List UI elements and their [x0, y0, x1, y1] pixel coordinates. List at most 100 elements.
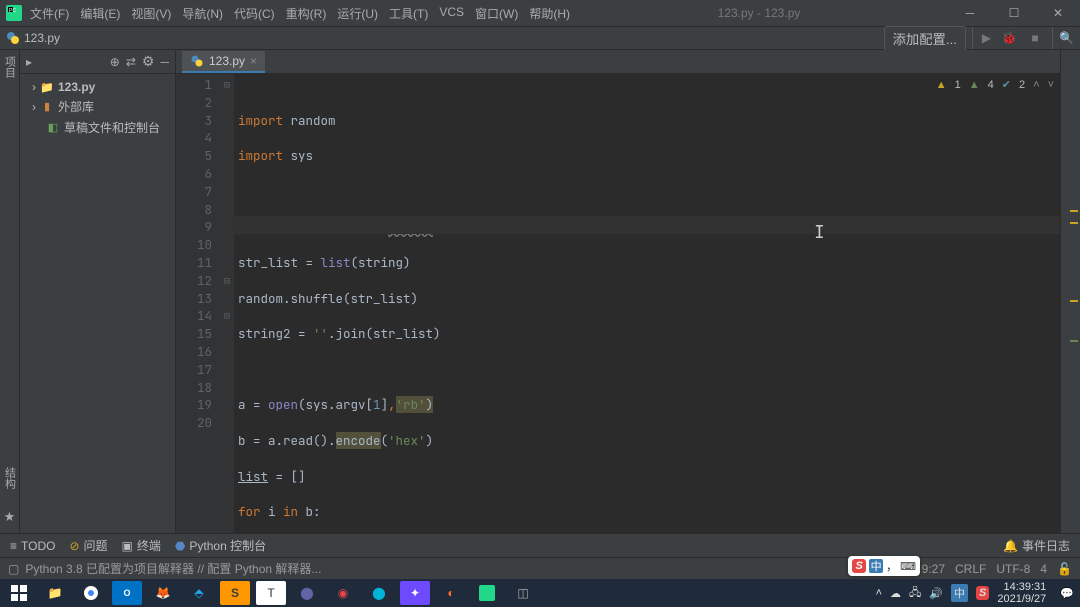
line-gutter[interactable]: 1234 5678 9101112 13141516 17181920	[176, 74, 220, 533]
add-configuration-button[interactable]: 添加配置...	[884, 26, 966, 51]
external-libraries-label: 外部库	[58, 98, 94, 115]
tray-sogou-icon[interactable]: S	[976, 586, 989, 600]
left-rail: 项目 结构 ★	[0, 50, 20, 533]
vscode-icon[interactable]: ⬘	[184, 581, 214, 605]
firefox-icon[interactable]: 🦊	[148, 581, 178, 605]
favorites-tab[interactable]: ★	[4, 509, 16, 525]
search-everywhere-button[interactable]: 🔍	[1052, 27, 1074, 49]
titlebar: PC 文件(F) 编辑(E) 视图(V) 导航(N) 代码(C) 重构(R) 运…	[0, 0, 1080, 26]
editor-tabs: 123.py ×	[176, 50, 1060, 74]
select-opened-file-icon[interactable]: ⊕	[110, 55, 120, 69]
indent-info[interactable]: 4	[1040, 562, 1047, 576]
structure-tab[interactable]: 结构	[2, 467, 18, 489]
readonly-lock-icon[interactable]: 🔓	[1057, 562, 1072, 576]
menu-tools[interactable]: 工具(T)	[389, 5, 428, 22]
navbar: 123.py 添加配置... ▶ 🐞 ■ 🔍	[0, 26, 1080, 50]
project-panel: ▸ ⊕ ⇄ ⚙ ─ › 📁 123.py › ▮ 外部库 ◧ 草	[20, 50, 176, 533]
menu-window[interactable]: 窗口(W)	[475, 5, 518, 22]
terminal-icon: ▣	[122, 539, 133, 553]
app-icon-1[interactable]: ◉	[328, 581, 358, 605]
python-console-tab[interactable]: ⬣Python 控制台	[175, 537, 266, 554]
close-tab-icon[interactable]: ×	[250, 54, 257, 68]
file-explorer-icon[interactable]: 📁	[40, 581, 70, 605]
debug-button[interactable]: 🐞	[998, 27, 1020, 49]
system-clock[interactable]: 14:39:31 2021/9/27	[997, 581, 1046, 605]
caret-position[interactable]: 9:27	[922, 562, 945, 576]
code-area[interactable]: import random import sys string = '01234…	[234, 74, 1060, 533]
ime-punct-icon: ，	[886, 558, 897, 574]
outlook-icon[interactable]: O	[112, 581, 142, 605]
tray-network-icon[interactable]: 🖧	[909, 584, 921, 603]
python-file-icon	[6, 31, 20, 45]
python-icon: ⬣	[175, 539, 185, 553]
app-icon-4[interactable]: ◐	[436, 581, 466, 605]
breadcrumb[interactable]: 123.py	[24, 31, 60, 45]
status-rect-icon[interactable]: ▢	[8, 562, 19, 576]
todo-icon: ≡	[10, 539, 17, 553]
menu-edit[interactable]: 编辑(E)	[80, 5, 120, 22]
project-tree: › 📁 123.py › ▮ 外部库 ◧ 草稿文件和控制台	[20, 74, 175, 142]
todo-tab[interactable]: ≡TODO	[10, 539, 55, 553]
error-stripe[interactable]	[1060, 50, 1080, 533]
menu-help[interactable]: 帮助(H)	[529, 5, 570, 22]
menu-file[interactable]: 文件(F)	[30, 5, 69, 22]
problems-icon: ⊘	[69, 539, 79, 553]
project-settings-icon[interactable]: ⚙	[142, 53, 155, 70]
menu-refactor[interactable]: 重构(R)	[286, 5, 327, 22]
tray-chevron-icon[interactable]: ˄	[876, 587, 882, 599]
menu-run[interactable]: 运行(U)	[337, 5, 378, 22]
notepad-icon[interactable]: T	[256, 581, 286, 605]
tab-label: 123.py	[209, 54, 245, 68]
teams-icon[interactable]: ⬤	[292, 581, 322, 605]
pycharm-taskbar-icon[interactable]	[472, 581, 502, 605]
fold-gutter[interactable]: ⊟ ⊟⊟	[220, 74, 234, 533]
scratch-icon: ◧	[46, 121, 60, 135]
tray-volume-icon[interactable]: 🔊	[929, 587, 943, 600]
menu-vcs[interactable]: VCS	[439, 5, 464, 22]
project-tab[interactable]: 项目	[2, 56, 18, 78]
event-log-tab[interactable]: 🔔事件日志	[1003, 537, 1070, 554]
tray-ime-icon[interactable]: 中	[951, 584, 968, 602]
close-window-button[interactable]: ✕	[1036, 0, 1080, 26]
app-icon-5[interactable]: ◫	[508, 581, 538, 605]
library-icon: ▮	[40, 100, 54, 114]
project-label-icon: ▸	[26, 55, 32, 69]
app-icon: PC	[2, 1, 26, 25]
status-message[interactable]: Python 3.8 已配置为项目解释器 // 配置 Python 解释器...	[25, 560, 321, 577]
python-file-icon	[190, 54, 204, 68]
chrome-icon[interactable]	[76, 581, 106, 605]
sublime-icon[interactable]: S	[220, 581, 250, 605]
problems-tab[interactable]: ⊘问题	[69, 537, 107, 554]
run-button[interactable]: ▶	[972, 27, 994, 49]
hide-panel-icon[interactable]: ─	[160, 55, 169, 69]
expand-all-icon[interactable]: ⇄	[126, 55, 136, 69]
maximize-button[interactable]: ☐	[992, 0, 1036, 26]
scratches-node[interactable]: ◧ 草稿文件和控制台	[20, 117, 175, 138]
action-center-icon[interactable]: 💬	[1060, 587, 1074, 600]
ime-badge[interactable]: S 中 ， ⌨	[848, 556, 920, 576]
file-encoding[interactable]: UTF-8	[996, 562, 1030, 576]
scratches-label: 草稿文件和控制台	[64, 119, 160, 136]
external-libraries-node[interactable]: › ▮ 外部库	[20, 96, 175, 117]
windows-taskbar: 📁 O 🦊 ⬘ S T ⬤ ◉ ⬤ ✦ ◐ ◫ ˄ ☁ 🖧 🔊 中 S 14:3…	[0, 579, 1080, 607]
app-icon-3[interactable]: ✦	[400, 581, 430, 605]
bottom-tool-bar: ≡TODO ⊘问题 ▣终端 ⬣Python 控制台 🔔事件日志	[0, 533, 1080, 557]
file-tab[interactable]: 123.py ×	[182, 51, 265, 73]
menu-view[interactable]: 视图(V)	[131, 5, 171, 22]
terminal-tab[interactable]: ▣终端	[122, 537, 161, 554]
start-button[interactable]	[4, 581, 34, 605]
chevron-right-icon: ›	[32, 80, 36, 94]
ime-extra-icon: ⌨	[900, 560, 916, 573]
stop-button[interactable]: ■	[1024, 27, 1046, 49]
editor: 123.py × ▲1 ▲4 ✔2 ˄ ˅ 1234 5678 9101112 …	[176, 50, 1060, 533]
app-icon-2[interactable]: ⬤	[364, 581, 394, 605]
project-root-label: 123.py	[58, 80, 95, 94]
minimize-button[interactable]: ─	[948, 0, 992, 26]
menu-code[interactable]: 代码(C)	[234, 5, 275, 22]
balloon-icon: 🔔	[1003, 539, 1018, 553]
line-separator[interactable]: CRLF	[955, 562, 986, 576]
menu-navigate[interactable]: 导航(N)	[182, 5, 223, 22]
tray-onedrive-icon[interactable]: ☁	[890, 587, 901, 600]
project-root-node[interactable]: › 📁 123.py	[20, 78, 175, 96]
main-area: 项目 结构 ★ ▸ ⊕ ⇄ ⚙ ─ › 📁 123.py › ▮ 外部库	[0, 50, 1080, 533]
